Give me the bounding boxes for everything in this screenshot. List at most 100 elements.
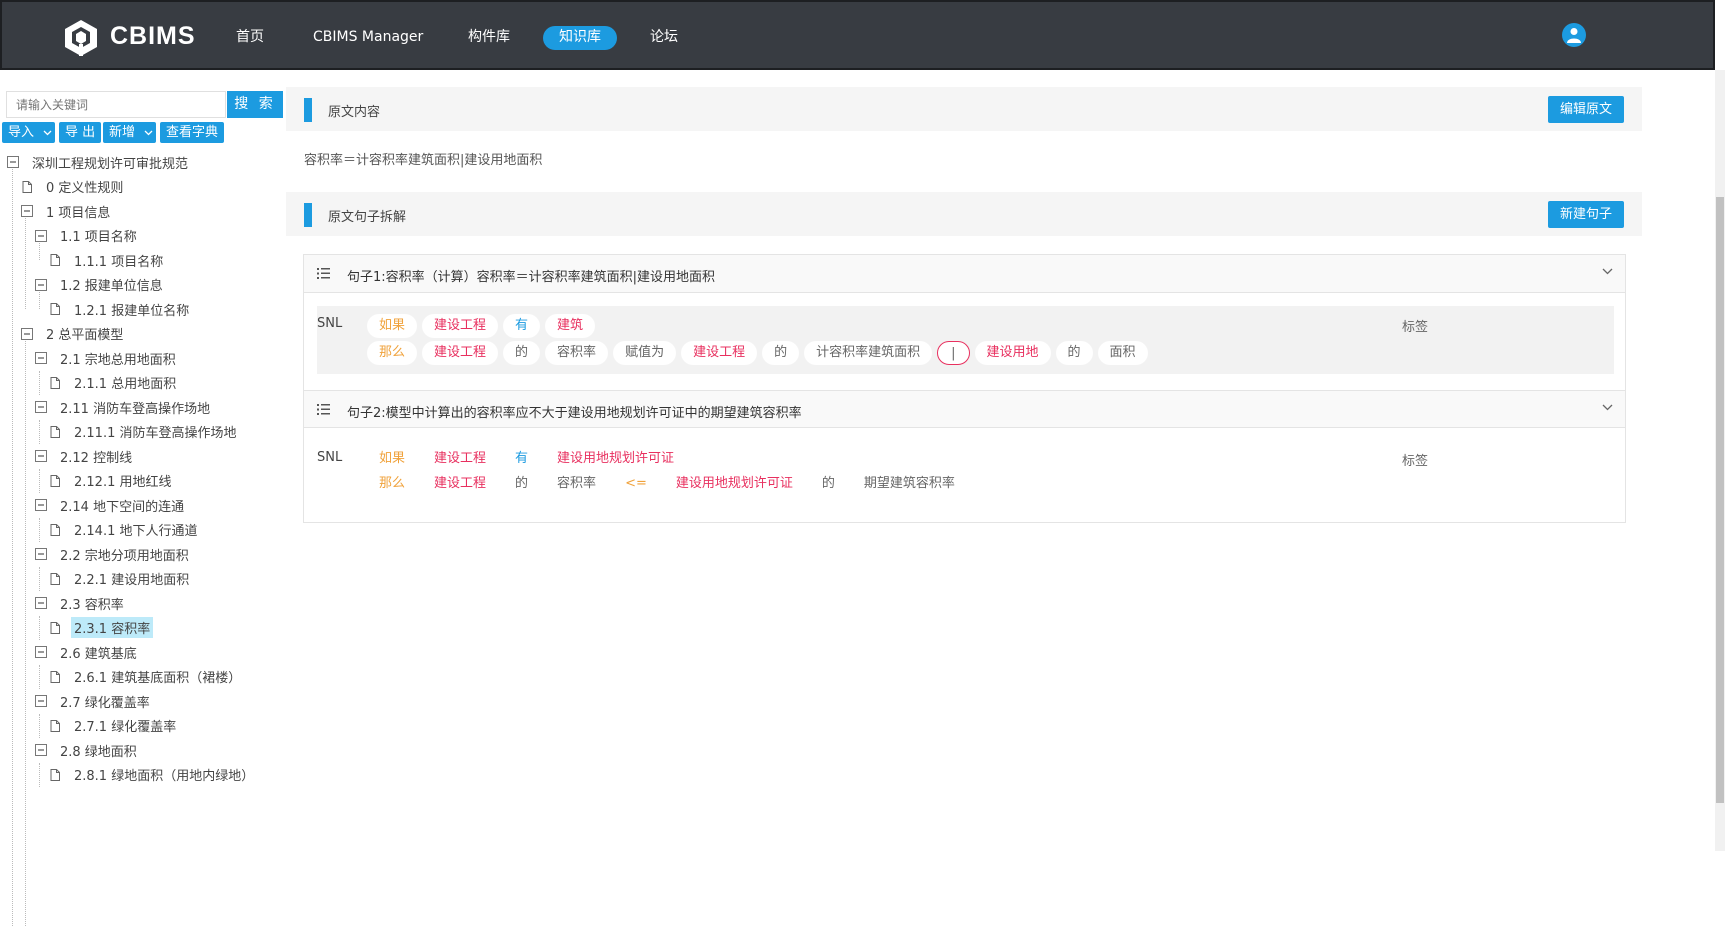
user-avatar[interactable] xyxy=(1562,23,1586,47)
tree-folder-node[interactable]: 1.1 项目名称 xyxy=(35,224,140,248)
snl-token[interactable]: 建设工程 xyxy=(422,314,499,338)
scrollbar-thumb[interactable] xyxy=(1716,197,1724,803)
chevron-down-icon[interactable] xyxy=(1602,404,1613,411)
document-icon[interactable] xyxy=(49,719,61,732)
nav-home[interactable]: 首页 xyxy=(236,26,264,50)
document-icon[interactable] xyxy=(21,180,33,193)
collapse-icon[interactable] xyxy=(35,401,47,413)
snl-token[interactable]: 容积率 xyxy=(545,472,608,496)
document-icon[interactable] xyxy=(49,768,61,781)
add-button[interactable]: 新增 xyxy=(103,122,156,143)
collapse-icon[interactable] xyxy=(35,695,47,707)
tree-folder-node[interactable]: 2.11 消防车登高操作场地 xyxy=(35,395,213,419)
snl-token[interactable]: 面积 xyxy=(1097,341,1148,365)
snl-token[interactable]: 赋值为 xyxy=(613,341,677,365)
snl-token[interactable]: 建设工程 xyxy=(422,341,499,365)
edit-original-button[interactable]: 编辑原文 xyxy=(1548,96,1624,123)
collapse-icon[interactable] xyxy=(7,156,19,168)
tree-leaf-node[interactable]: 2.6.1 建筑基底面积（裙楼） xyxy=(49,665,244,689)
brand-name[interactable]: CBIMS xyxy=(110,22,196,51)
collapse-icon[interactable] xyxy=(35,744,47,756)
snl-token[interactable]: | xyxy=(937,341,970,365)
snl-token[interactable]: 如果 xyxy=(367,447,417,471)
tree-folder-node[interactable]: 1.2 报建单位信息 xyxy=(35,273,166,297)
snl-token[interactable]: 容积率 xyxy=(545,341,609,365)
document-icon[interactable] xyxy=(49,474,61,487)
new-sentence-button[interactable]: 新建句子 xyxy=(1548,201,1624,228)
collapse-icon[interactable] xyxy=(35,229,47,242)
snl-token[interactable]: 有 xyxy=(503,314,541,338)
snl-token[interactable]: 的 xyxy=(762,341,800,365)
snl-token[interactable]: 建设用地规划许可证 xyxy=(545,447,686,471)
snl-token[interactable]: 那么 xyxy=(367,472,417,496)
snl-token[interactable]: 的 xyxy=(503,341,541,365)
collapse-icon[interactable] xyxy=(35,646,47,658)
document-icon[interactable] xyxy=(49,523,61,536)
tree-folder-node[interactable]: 2.3 容积率 xyxy=(35,591,127,615)
nav-component-library[interactable]: 构件库 xyxy=(468,26,510,50)
tree-leaf-node[interactable]: 0 定义性规则 xyxy=(21,175,126,199)
collapse-icon[interactable] xyxy=(35,499,47,511)
document-icon[interactable] xyxy=(49,425,61,438)
tree-folder-node[interactable]: 2.8 绿地面积 xyxy=(35,738,140,762)
tree-folder-node[interactable]: 1 项目信息 xyxy=(21,199,113,223)
snl-token[interactable]: 如果 xyxy=(367,314,418,338)
sentence-2-header[interactable]: 句子2:模型中计算出的容积率应不大于建设用地规划许可证中的期望建筑容积率 xyxy=(304,390,1625,428)
import-button[interactable]: 导入 xyxy=(2,122,55,143)
tree-folder-node[interactable]: 2.6 建筑基底 xyxy=(35,640,140,664)
collapse-icon[interactable] xyxy=(21,205,33,217)
snl-token[interactable]: 的 xyxy=(503,472,540,496)
tree-leaf-node[interactable]: 2.14.1 地下人行通道 xyxy=(49,518,200,542)
snl-token[interactable]: 有 xyxy=(503,447,540,471)
collapse-icon[interactable] xyxy=(35,352,47,364)
snl-token[interactable]: <= xyxy=(613,472,659,496)
snl-token[interactable]: 建设工程 xyxy=(422,472,498,496)
snl-token[interactable]: 计容积率建筑面积 xyxy=(804,341,933,365)
tree-leaf-node[interactable]: 2.2.1 建设用地面积 xyxy=(49,567,192,591)
collapse-icon[interactable] xyxy=(35,597,47,609)
document-icon[interactable] xyxy=(49,303,61,315)
search-button[interactable]: 搜 索 xyxy=(227,91,283,118)
tree-leaf-node[interactable]: 2.8.1 绿地面积（用地内绿地） xyxy=(49,763,257,787)
tree-leaf-node[interactable]: 2.7.1 绿化覆盖率 xyxy=(49,714,179,738)
nav-forum[interactable]: 论坛 xyxy=(650,26,678,50)
tree-leaf-node[interactable]: 2.12.1 用地红线 xyxy=(49,469,174,493)
tree-folder-node[interactable]: 2.12 控制线 xyxy=(35,444,135,468)
document-icon[interactable] xyxy=(49,376,61,389)
document-icon[interactable] xyxy=(49,670,61,683)
snl-token[interactable]: 的 xyxy=(1055,341,1093,365)
view-dictionary-button[interactable]: 查看字典 xyxy=(160,122,225,143)
collapse-icon[interactable] xyxy=(35,278,47,291)
snl-token[interactable]: 建设用地规划许可证 xyxy=(664,472,805,496)
tree-leaf-node[interactable]: 2.3.1 容积率 xyxy=(49,616,154,640)
tree-folder-node[interactable]: 2.1 宗地总用地面积 xyxy=(35,346,179,370)
tree-leaf-node[interactable]: 2.1.1 总用地面积 xyxy=(49,371,179,395)
nav-cbims-manager[interactable]: CBIMS Manager xyxy=(313,26,423,50)
export-button[interactable]: 导 出 xyxy=(59,122,102,143)
chevron-down-icon[interactable] xyxy=(1602,268,1613,275)
tree-folder-node[interactable]: 2.14 地下空间的连通 xyxy=(35,493,187,517)
tree-folder-node[interactable]: 2.2 宗地分项用地面积 xyxy=(35,542,192,566)
document-icon[interactable] xyxy=(49,572,61,585)
snl-token[interactable]: 的 xyxy=(810,472,847,496)
document-icon[interactable] xyxy=(49,254,61,266)
snl-token[interactable]: 建筑 xyxy=(545,314,596,338)
collapse-icon[interactable] xyxy=(21,327,33,340)
snl-token[interactable]: 建设用地 xyxy=(974,341,1051,365)
tree-folder-node[interactable]: 深圳工程规划许可审批规范 xyxy=(7,150,191,174)
collapse-icon[interactable] xyxy=(35,450,47,462)
tree-leaf-node[interactable]: 1.1.1 项目名称 xyxy=(49,248,166,272)
snl-token[interactable]: 建设工程 xyxy=(681,341,758,365)
tree-folder-node[interactable]: 2.7 绿化覆盖率 xyxy=(35,689,153,713)
page-scrollbar[interactable] xyxy=(1715,70,1725,851)
tree-leaf-node[interactable]: 2.11.1 消防车登高操作场地 xyxy=(49,420,239,444)
nav-knowledge-base[interactable]: 知识库 xyxy=(543,26,617,50)
document-icon[interactable] xyxy=(49,621,61,634)
snl-token[interactable]: 那么 xyxy=(367,341,418,365)
tree-leaf-node[interactable]: 1.2.1 报建单位名称 xyxy=(49,297,192,321)
snl-token[interactable]: 建设工程 xyxy=(422,447,498,471)
tree-folder-node[interactable]: 2 总平面模型 xyxy=(21,322,126,346)
collapse-icon[interactable] xyxy=(35,548,47,560)
sentence-1-header[interactable]: 句子1:容积率（计算）容积率＝计容积率建筑面积|建设用地面积 xyxy=(304,255,1625,293)
snl-token[interactable]: 期望建筑容积率 xyxy=(852,472,967,496)
